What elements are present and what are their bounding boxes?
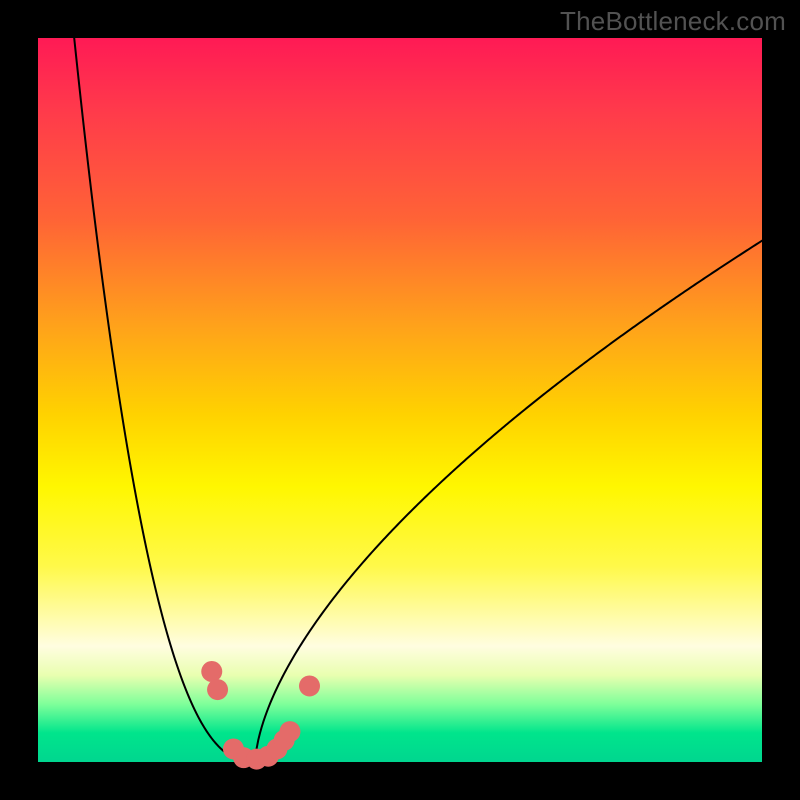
data-marker	[299, 675, 320, 696]
data-marker	[207, 679, 228, 700]
data-markers	[38, 38, 762, 762]
chart-frame: TheBottleneck.com	[0, 0, 800, 800]
data-marker	[279, 721, 300, 742]
watermark-text: TheBottleneck.com	[560, 6, 786, 37]
plot-area	[38, 38, 762, 762]
data-marker	[201, 661, 222, 682]
